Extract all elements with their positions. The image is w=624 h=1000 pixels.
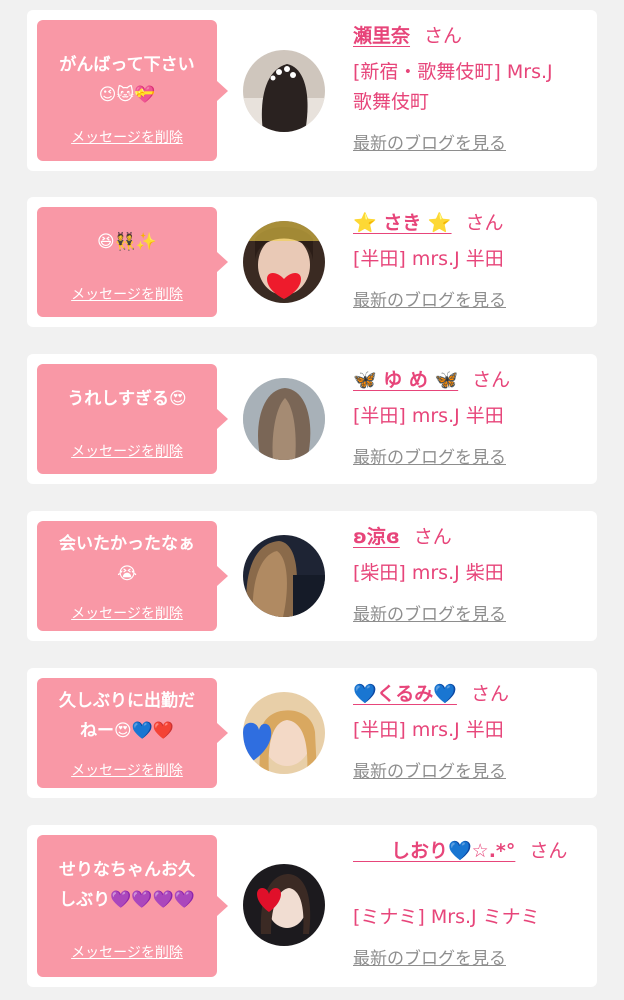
message-text-line: がんばって下さい <box>59 55 195 75</box>
message-bubble: 会いたかったなぁ 😭 メッセージを削除 <box>37 521 228 631</box>
message-card: うれしすぎる😍 メッセージを削除 🦋 ゆ め 🦋 さん [半田] mrs.J 半田… <box>27 354 597 484</box>
shop-info-line: [半田] mrs.J 半田 <box>353 719 504 741</box>
message-bubble: がんばって下さい 😉🐱💝 メッセージを削除 <box>37 20 228 161</box>
message-text-line: 😭 <box>117 564 137 584</box>
delete-message-link[interactable]: メッセージを削除 <box>37 127 217 147</box>
avatar[interactable] <box>243 864 325 946</box>
shop-info-line: [半田] mrs.J 半田 <box>353 405 504 427</box>
avatar[interactable] <box>243 535 325 617</box>
cast-name-line: 💙くるみ💙 さん <box>353 680 509 708</box>
latest-blog-link[interactable]: 最新のブログを見る <box>353 603 506 627</box>
delete-message-link[interactable]: メッセージを削除 <box>37 284 217 304</box>
honorific: さん <box>529 840 568 862</box>
honorific: さん <box>472 369 511 391</box>
message-bubble: 久しぶりに出勤だ ねー😍💙❤️ メッセージを削除 <box>37 678 228 788</box>
shop-info-line: [半田] mrs.J 半田 <box>353 248 504 270</box>
message-bubble: 😆👯✨ メッセージを削除 <box>37 207 228 317</box>
honorific: さん <box>424 25 463 47</box>
honorific: さん <box>470 683 509 705</box>
message-bubble: せりなちゃんお久 しぶり💜💜💜💜 メッセージを削除 <box>37 835 228 977</box>
shop-info-line: [新宿・歌舞伎町] Mrs.J <box>353 61 553 83</box>
message-text-line: 😆👯✨ <box>96 232 158 252</box>
message-text-line: しぶり💜💜💜💜 <box>59 890 195 910</box>
message-text-line: 会いたかったなぁ <box>59 534 195 554</box>
delete-message-link[interactable]: メッセージを削除 <box>37 603 217 623</box>
message-bubble: うれしすぎる😍 メッセージを削除 <box>37 364 228 474</box>
message-text-line: ねー😍💙❤️ <box>79 721 175 741</box>
honorific: さん <box>413 526 452 548</box>
message-card: せりなちゃんお久 しぶり💜💜💜💜 メッセージを削除 しおり💙☆.*° さん [ミナ… <box>27 825 597 987</box>
avatar[interactable] <box>243 378 325 460</box>
cast-name-link[interactable]: 瀬里奈 <box>353 25 410 47</box>
message-text-line: うれしすぎる😍 <box>67 389 187 409</box>
avatar[interactable] <box>243 50 325 132</box>
honorific: さん <box>465 212 504 234</box>
avatar[interactable] <box>243 692 325 774</box>
shop-info-line: 歌舞伎町 <box>353 91 430 113</box>
cast-name-link[interactable]: ⭐️ さき ⭐️ <box>353 212 452 234</box>
cast-name-link[interactable]: 💙くるみ💙 <box>353 683 457 705</box>
message-text-line: せりなちゃんお久 <box>59 860 195 880</box>
message-text-line: 久しぶりに出勤だ <box>59 691 195 711</box>
message-card: 久しぶりに出勤だ ねー😍💙❤️ メッセージを削除 💙くるみ💙 さん [半田] mr… <box>27 668 597 798</box>
cast-name-line: 🦋 ゆ め 🦋 さん <box>353 366 510 394</box>
delete-message-link[interactable]: メッセージを削除 <box>37 942 217 962</box>
cast-name-line: しおり💙☆.*° さん <box>353 837 567 865</box>
latest-blog-link[interactable]: 最新のブログを見る <box>353 760 506 784</box>
message-text-line: 😉🐱💝 <box>98 85 156 105</box>
message-card: 😆👯✨ メッセージを削除 ⭐️ さき ⭐️ さん [半田] mrs.J 半田 最新… <box>27 197 597 327</box>
avatar[interactable] <box>243 221 325 303</box>
message-card: がんばって下さい 😉🐱💝 メッセージを削除 瀬里奈 さん [新宿・歌舞伎町] Mr… <box>27 10 597 171</box>
delete-message-link[interactable]: メッセージを削除 <box>37 441 217 461</box>
cast-name-link[interactable]: 🦋 ゆ め 🦋 <box>353 369 458 391</box>
cast-name-link[interactable]: ʚ涼ɞ <box>353 526 400 548</box>
cast-name-line: 瀬里奈 さん <box>353 22 462 50</box>
cast-name-line: ⭐️ さき ⭐️ さん <box>353 209 504 237</box>
shop-info-line: [ミナミ] Mrs.J ミナミ <box>353 906 540 928</box>
message-card: 会いたかったなぁ 😭 メッセージを削除 ʚ涼ɞ さん [柴田] mrs.J 柴田 … <box>27 511 597 641</box>
cast-name-line: ʚ涼ɞ さん <box>353 523 452 551</box>
latest-blog-link[interactable]: 最新のブログを見る <box>353 947 506 971</box>
message-list: がんばって下さい 😉🐱💝 メッセージを削除 瀬里奈 さん [新宿・歌舞伎町] Mr… <box>0 0 624 1000</box>
latest-blog-link[interactable]: 最新のブログを見る <box>353 446 506 470</box>
cast-name-link[interactable]: しおり💙☆.*° <box>353 840 515 862</box>
latest-blog-link[interactable]: 最新のブログを見る <box>353 289 506 313</box>
delete-message-link[interactable]: メッセージを削除 <box>37 760 217 780</box>
latest-blog-link[interactable]: 最新のブログを見る <box>353 132 506 156</box>
shop-info-line: [柴田] mrs.J 柴田 <box>353 562 504 584</box>
